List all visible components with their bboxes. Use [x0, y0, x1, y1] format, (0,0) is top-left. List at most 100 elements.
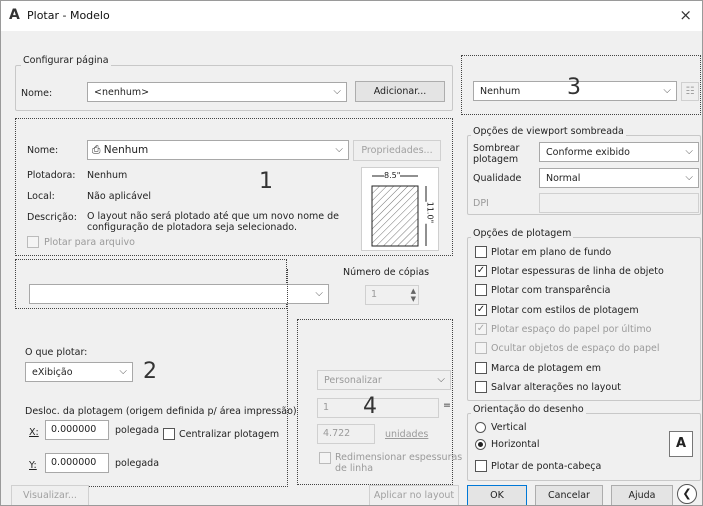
plot-option-label: Marca de plotagem em [491, 363, 601, 374]
plotter-name-select[interactable]: ⎙ Nenhum ⌵ [87, 140, 349, 160]
spinner-icon[interactable]: ▲ ▼ [411, 287, 416, 303]
center-plot-label: Centralizar plotagem [179, 429, 280, 440]
plot-offset-title: Desloc. da plotagem (origem definida p/ … [25, 406, 297, 417]
autocad-logo-icon: A [9, 7, 20, 23]
plot-option-label: Salvar alterações no layout [491, 382, 621, 393]
location-value: Não aplicável [87, 191, 152, 202]
plot-options-group [467, 237, 701, 401]
edit-style-table-icon[interactable]: ☷ [681, 82, 699, 101]
equals-sign: = [443, 400, 451, 411]
plot-dialog: A Plotar - Modelo × Configurar página No… [0, 0, 703, 506]
description-label: Descrição: [27, 212, 77, 223]
quality-select[interactable]: Normal ⌵ [539, 168, 699, 188]
plot-option-label: Plotar em plano de fundo [491, 247, 612, 258]
offset-y-input[interactable]: 0.000000 [45, 453, 109, 473]
plot-lineweights-checkbox[interactable]: ✓ [475, 265, 487, 277]
chevron-down-icon: ⌵ [315, 288, 323, 299]
description-line-2: configuração de plotadora seja seleciona… [87, 222, 297, 233]
plot-option-label: Plotar com estilos de plotagem [491, 305, 639, 316]
upside-down-label: Plotar de ponta-cabeça [491, 461, 602, 472]
preview-button[interactable]: Visualizar... [11, 485, 89, 505]
chevron-down-icon: ⌵ [335, 144, 343, 155]
ok-button[interactable]: OK [467, 485, 527, 505]
page-setup-title: Configurar página [21, 55, 111, 66]
plot-stamp-checkbox[interactable] [475, 362, 487, 374]
hide-paperspace-checkbox[interactable] [475, 342, 487, 354]
plot-option-label: Ocultar objetos de espaço do papel [491, 343, 660, 354]
offset-y-unit: polegada [115, 458, 160, 469]
chevron-down-icon: ⌵ [685, 172, 693, 183]
offset-x-label: X: [29, 427, 39, 438]
dpi-label: DPI [473, 198, 489, 209]
plot-option-label: Plotar com transparência [491, 285, 611, 296]
preview-width-label: 8.5" [384, 171, 401, 180]
chevron-down-icon: ⌵ [333, 86, 341, 97]
scale-lineweights-label-1: Redimensionar espessuras [335, 452, 463, 463]
shade-plot-select[interactable]: Conforme exibido ⌵ [539, 142, 699, 162]
description-line-1: O layout não será plotado até que um nov… [87, 211, 340, 222]
plot-with-styles-checkbox[interactable]: ✓ [475, 304, 487, 316]
shaded-viewport-title: Opções de viewport sombreada [471, 126, 626, 137]
plot-background-checkbox[interactable] [475, 246, 487, 258]
close-button[interactable]: × [679, 6, 692, 24]
page-setup-name-label: Nome: [21, 88, 53, 99]
what-to-plot-label: O que plotar: [25, 347, 88, 358]
what-to-plot-select[interactable]: eXibição ⌵ [25, 362, 133, 382]
offset-y-label: Y: [29, 460, 37, 471]
copies-label: Número de cópias [343, 267, 430, 278]
callout-two: 2 [143, 359, 157, 384]
quality-label: Qualidade [473, 173, 522, 184]
location-label: Local: [27, 191, 55, 202]
add-page-setup-button[interactable]: Adicionar... [355, 81, 445, 102]
collapse-options-icon[interactable]: ❮ [677, 484, 697, 504]
save-changes-checkbox[interactable] [475, 381, 487, 393]
plot-transparency-checkbox[interactable] [475, 284, 487, 296]
portrait-radio[interactable] [475, 422, 486, 433]
scale-lineweights-label-2: de linha [335, 463, 374, 474]
paper-preview: 8.5" 11.0" [361, 167, 439, 251]
plot-to-file-checkbox[interactable] [27, 236, 39, 248]
chevron-down-icon: ⌵ [663, 85, 671, 96]
title-bar: A Plotar - Modelo × [1, 1, 702, 31]
orientation-title: Orientação do desenho [471, 404, 586, 415]
offset-x-input[interactable]: 0.000000 [45, 420, 109, 440]
plotter-label: Plotadora: [27, 170, 76, 181]
scale-units-input[interactable]: 4.722 [317, 424, 375, 444]
landscape-radio[interactable] [475, 439, 486, 450]
plot-option-label: Plotar espaço do papel por último [491, 324, 652, 335]
chevron-down-icon: ⌵ [437, 374, 445, 385]
landscape-label: Horizontal [491, 439, 540, 450]
page-setup-name-select[interactable]: <nenhum> ⌵ [87, 82, 347, 102]
scale-inches-input[interactable]: 1 [317, 398, 439, 418]
plot-paperspace-last-checkbox[interactable]: ✓ [475, 323, 487, 335]
portrait-label: Vertical [491, 422, 527, 433]
landscape-orientation-icon: A [669, 431, 693, 457]
scale-lineweights-checkbox[interactable] [319, 452, 331, 464]
callout-three: 3 [567, 75, 581, 100]
callout-one: 1 [259, 169, 273, 194]
plot-options-title: Opções de plotagem [471, 228, 574, 239]
chevron-down-icon: ⌵ [685, 146, 693, 157]
shade-plot-label-2: plotagem [473, 154, 519, 165]
plotter-value: Nenhum [87, 170, 128, 181]
scale-select[interactable]: Personalizar ⌵ [317, 370, 451, 390]
chevron-down-icon: ⌵ [119, 366, 127, 377]
shade-plot-label-1: Sombrear [473, 143, 520, 154]
plotter-name-label: Nome: [27, 145, 59, 156]
units-label: unidades [385, 429, 429, 440]
center-plot-checkbox[interactable] [163, 428, 175, 440]
apply-to-layout-button[interactable]: Aplicar no layout [369, 485, 459, 505]
window-title: Plotar - Modelo [27, 9, 110, 22]
plot-option-label: Plotar espessuras de linha de objeto [491, 266, 664, 277]
upside-down-checkbox[interactable] [475, 460, 487, 472]
cancel-button[interactable]: Cancelar [535, 485, 603, 505]
copies-input[interactable]: 1 ▲ ▼ [365, 285, 419, 305]
offset-x-unit: polegada [115, 425, 160, 436]
properties-button[interactable]: Propriedades... [353, 140, 441, 161]
printer-icon: ⎙ [92, 144, 101, 156]
dpi-input[interactable] [539, 193, 699, 213]
plot-to-file-label: Plotar para arquivo [44, 237, 135, 248]
help-button[interactable]: Ajuda [611, 485, 673, 505]
callout-four: 4 [363, 394, 377, 419]
preview-height-label: 11.0" [425, 201, 435, 224]
